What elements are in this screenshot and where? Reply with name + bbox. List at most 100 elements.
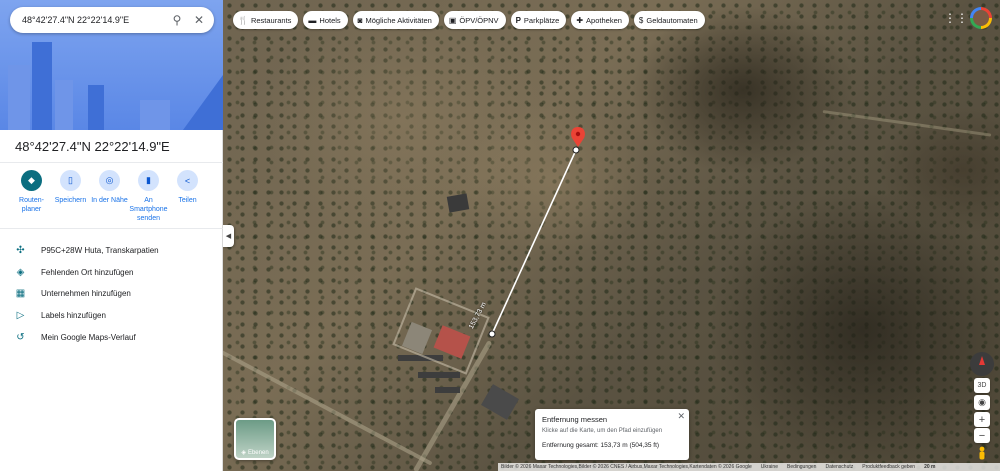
- chip-transit[interactable]: ▣ ÖPV/ÖPNV: [443, 11, 506, 29]
- footer-link-feedback[interactable]: Produktfeedback geben: [862, 464, 915, 470]
- info-item-history[interactable]: ↺ Mein Google Maps-Verlauf: [14, 326, 159, 348]
- chip-parking[interactable]: P Parkplätze: [510, 11, 567, 29]
- category-chips: 🍴 Restaurants ▬ Hotels ◙ Mögliche Aktivität…: [233, 11, 705, 29]
- tilt-3d-button[interactable]: 3D: [974, 378, 990, 393]
- info-item-plus-code[interactable]: ✣ P95C+28W Huta, Transkarpatien: [14, 240, 159, 262]
- hero-building: [55, 80, 73, 130]
- compass-north-icon: [979, 355, 985, 365]
- hero-building: [140, 100, 170, 130]
- collapse-panel-button[interactable]: ◀: [223, 225, 234, 247]
- chip-label: Geldautomaten: [646, 15, 698, 25]
- hotel-icon: ▬: [308, 15, 317, 25]
- history-icon: ↺: [16, 331, 25, 343]
- attribution-text: Bilder © 2026 Maxar Technologies,Bilder …: [501, 464, 752, 470]
- divider: [0, 162, 223, 163]
- measure-line: [491, 149, 577, 335]
- action-bar: ◆ Routen-planer ▯ Speichern ◎ In der Näh…: [12, 170, 207, 223]
- action-label: An Smartphone senden: [129, 197, 168, 222]
- directions-icon: ◆: [21, 170, 42, 191]
- dialog-hint: Klicke auf die Karte, um den Pfad einzuf…: [542, 428, 663, 434]
- footer-link-privacy[interactable]: Datenschutz: [825, 464, 853, 470]
- chip-activities[interactable]: ◙ Mögliche Aktivitäten: [352, 11, 439, 29]
- chip-label: Apotheken: [586, 15, 622, 25]
- nearby-button[interactable]: ◎ In der Nähe: [90, 170, 129, 223]
- place-title: 48°42'27.4"N 22°22'14.9"E: [15, 139, 170, 154]
- layers-label-row: ◈ Ebenen: [236, 449, 274, 457]
- layers-icon: ◈: [241, 450, 246, 456]
- hero-mountain: [183, 75, 223, 130]
- search-box[interactable]: 48°42'27.4"N 22°22'14.9"E ⚲ ✕: [10, 7, 214, 33]
- chevron-left-icon: ◀: [225, 233, 232, 240]
- layers-button[interactable]: ◈ Ebenen: [234, 418, 276, 460]
- hero-building: [88, 85, 104, 130]
- chip-atm[interactable]: $ Geldautomaten: [633, 11, 705, 29]
- measure-point-start[interactable]: [488, 330, 496, 338]
- apps-grid-icon[interactable]: ⋮⋮: [944, 9, 968, 27]
- my-location-button[interactable]: ◉: [974, 395, 990, 410]
- zoom-in-button[interactable]: +: [974, 412, 990, 427]
- search-icon[interactable]: ⚲: [166, 9, 188, 31]
- info-item-label: Labels hinzufügen: [41, 311, 106, 321]
- nearby-icon: ◎: [99, 170, 120, 191]
- save-button[interactable]: ▯ Speichern: [51, 170, 90, 223]
- map-footer: Bilder © 2026 Maxar Technologies,Bilder …: [498, 463, 1000, 471]
- location-pin-icon[interactable]: [571, 127, 585, 147]
- add-business-icon: ▦: [15, 288, 26, 300]
- info-item-label: Unternehmen hinzufügen: [41, 289, 131, 299]
- dialog-title: Entfernung messen: [542, 415, 608, 424]
- pharmacy-icon: ✚: [576, 15, 584, 25]
- measure-distance-dialog: Entfernung messen Klicke auf die Karte, …: [535, 409, 689, 460]
- dialog-total-distance: Entfernung gesamt: 153,73 m (504,35 ft): [542, 442, 660, 449]
- label-icon: ▷: [16, 310, 25, 322]
- info-item-label: Fehlenden Ort hinzufügen: [41, 267, 134, 277]
- compass-button[interactable]: [970, 352, 994, 376]
- chip-hotels[interactable]: ▬ Hotels: [303, 11, 348, 29]
- share-icon: <: [177, 170, 198, 191]
- my-location-icon: ◉: [978, 397, 986, 407]
- plus-code-icon: ✣: [16, 245, 25, 257]
- action-label: In der Nähe: [91, 197, 128, 204]
- chip-label: Restaurants: [250, 15, 292, 25]
- parking-icon: P: [515, 15, 521, 25]
- plus-icon: +: [978, 413, 986, 426]
- info-item-add-label[interactable]: ▷ Labels hinzufügen: [14, 305, 159, 327]
- zoom-out-button[interactable]: −: [974, 428, 990, 443]
- restaurant-icon: 🍴: [238, 15, 248, 25]
- measure-point-end[interactable]: [572, 146, 580, 154]
- layers-label: Ebenen: [247, 449, 269, 456]
- footer-link-terms[interactable]: Bedingungen: [787, 464, 816, 470]
- action-label: Teilen: [178, 197, 197, 204]
- bookmark-icon: ▯: [60, 170, 81, 191]
- avatar[interactable]: [970, 7, 992, 29]
- pegman-icon[interactable]: [976, 446, 988, 460]
- divider: [0, 228, 223, 229]
- action-label: Routen-planer: [19, 197, 44, 213]
- footer-link-country[interactable]: Ukraine: [761, 464, 778, 470]
- place-panel: 48°42'27.4"N 22°22'14.9"E ⚲ ✕ 48°42'27.4…: [0, 0, 223, 471]
- close-icon[interactable]: ✕: [188, 9, 210, 31]
- camera-icon: ◙: [357, 15, 363, 25]
- phone-icon: ▮: [138, 170, 159, 191]
- close-icon[interactable]: ✕: [677, 411, 685, 422]
- info-item-label: P95C+28W Huta, Transkarpatien: [41, 246, 159, 256]
- chip-label: ÖPV/ÖPNV: [459, 15, 499, 25]
- send-to-phone-button[interactable]: ▮ An Smartphone senden: [129, 170, 168, 223]
- info-item-add-business[interactable]: ▦ Unternehmen hinzufügen: [14, 283, 159, 305]
- atm-icon: $: [638, 15, 644, 25]
- search-input[interactable]: 48°42'27.4"N 22°22'14.9"E: [22, 15, 166, 25]
- chip-restaurants[interactable]: 🍴 Restaurants: [233, 11, 299, 29]
- action-label: Speichern: [54, 197, 87, 204]
- hero-building: [32, 42, 52, 130]
- minus-icon: −: [978, 429, 986, 442]
- scale-label[interactable]: 20 m: [924, 464, 935, 470]
- chip-label: Hotels: [319, 15, 341, 25]
- info-item-add-place[interactable]: ◈ Fehlenden Ort hinzufügen: [14, 262, 159, 284]
- chip-pharmacy[interactable]: ✚ Apotheken: [571, 11, 629, 29]
- info-list: ✣ P95C+28W Huta, Transkarpatien ◈ Fehlen…: [14, 240, 159, 348]
- hero-building: [8, 65, 30, 130]
- info-item-label: Mein Google Maps-Verlauf: [41, 332, 136, 342]
- chip-label: Mögliche Aktivitäten: [365, 15, 432, 25]
- share-button[interactable]: < Teilen: [168, 170, 207, 223]
- directions-button[interactable]: ◆ Routen-planer: [12, 170, 51, 223]
- add-place-icon: ◈: [16, 266, 25, 278]
